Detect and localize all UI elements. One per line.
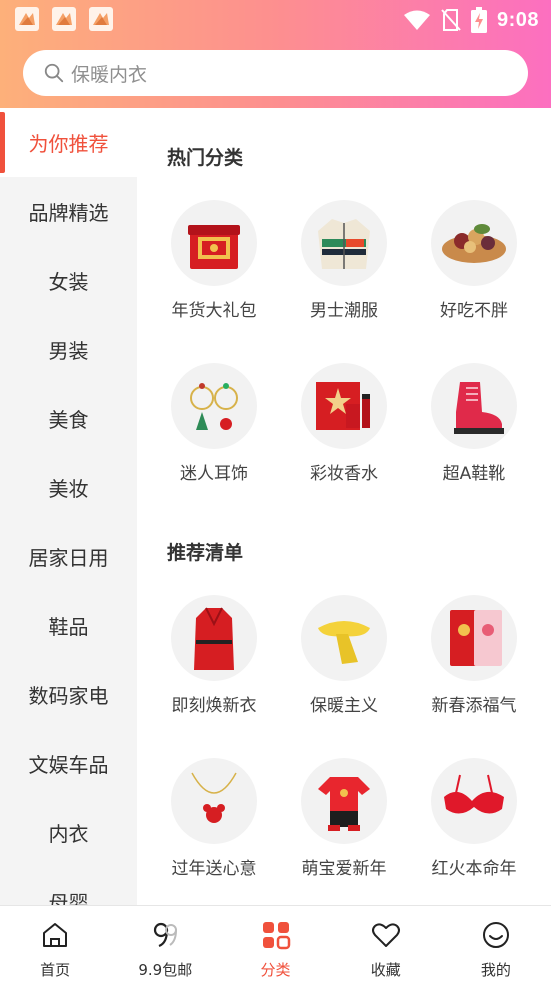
tab-label: 分类 [260, 961, 291, 979]
sidebar-item-food[interactable]: 美食 [0, 384, 137, 453]
sidebar-item-label: 母婴 [48, 891, 89, 905]
category-content: 热门分类 年货大礼包 男士潮服 好吃不胖 迷人耳饰 彩妆香水 超A鞋靴 推荐清单… [137, 108, 551, 905]
no-sim-icon [441, 9, 461, 31]
sidebar-item-label: 美妆 [48, 477, 89, 501]
battery-charging-icon [470, 7, 487, 33]
sidebar-item-women[interactable]: 女装 [0, 246, 137, 315]
tab-label: 收藏 [370, 961, 401, 979]
status-icons: 9:08 [403, 6, 539, 34]
sidebar-item-men[interactable]: 男装 [0, 315, 137, 384]
sidebar-item-digital[interactable]: 数码家电 [0, 660, 137, 729]
tab-favorites[interactable]: 收藏 [331, 906, 441, 981]
category-item-label: 好吃不胖 [440, 301, 508, 321]
gift-box-icon [171, 200, 257, 286]
nine-nine-icon [154, 922, 178, 948]
sidebar-item-brands[interactable]: 品牌精选 [0, 177, 137, 246]
search-input[interactable]: 保暖内衣 [23, 50, 528, 96]
sidebar-item-beauty[interactable]: 美妆 [0, 453, 137, 522]
perfume-set-icon [301, 363, 387, 449]
app-notification-icon [52, 7, 76, 31]
sidebar-item-label: 内衣 [48, 822, 89, 846]
sidebar-item-label: 居家日用 [28, 546, 109, 570]
search-placeholder: 保暖内衣 [71, 63, 148, 86]
tab-home[interactable]: 首页 [0, 906, 110, 981]
category-item-label: 萌宝爱新年 [301, 859, 387, 879]
category-item-label: 超A鞋靴 [442, 464, 506, 484]
sidebar-item-label: 美食 [48, 408, 89, 432]
necklace-icon [171, 758, 257, 844]
wifi-icon [403, 10, 430, 30]
category-item-label: 迷人耳饰 [180, 464, 248, 484]
sidebar-item-label: 女装 [48, 270, 89, 294]
category-item-warmth[interactable]: 保暖主义 [279, 595, 409, 735]
category-item-gift-pack[interactable]: 年货大礼包 [149, 200, 279, 340]
category-item-zodiac-year[interactable]: 红火本命年 [409, 758, 539, 898]
category-item-label: 彩妆香水 [310, 464, 378, 484]
category-grid-icon [262, 922, 290, 950]
sidebar-item-label: 男装 [48, 339, 89, 363]
category-item-new-clothes[interactable]: 即刻焕新衣 [149, 595, 279, 735]
bottom-tab-bar: 首页 9.9包邮 分类 收藏 我的 [0, 905, 551, 981]
clock: 9:08 [496, 8, 539, 31]
category-item-earrings[interactable]: 迷人耳饰 [149, 363, 279, 503]
category-item-spring-blessing[interactable]: 新春添福气 [409, 595, 539, 735]
category-item-mens-fashion[interactable]: 男士潮服 [279, 200, 409, 340]
category-item-label: 保暖主义 [310, 696, 378, 716]
baby-outfit-icon [301, 758, 387, 844]
section-title-recommended-list: 推荐清单 [167, 542, 244, 564]
sidebar-item-recommended[interactable]: 为你推荐 [0, 108, 137, 177]
sidebar-item-label: 鞋品 [48, 615, 89, 639]
category-item-boots[interactable]: 超A鞋靴 [409, 363, 539, 503]
tab-category[interactable]: 分类 [220, 906, 330, 981]
category-item-label: 新春添福气 [431, 696, 517, 716]
category-item-label: 即刻焕新衣 [171, 696, 257, 716]
sidebar-item-entertainment-auto[interactable]: 文娱车品 [0, 729, 137, 798]
category-item-makeup-perfume[interactable]: 彩妆香水 [279, 363, 409, 503]
sidebar-item-label: 数码家电 [28, 684, 109, 708]
jacket-icon [301, 200, 387, 286]
boot-icon [431, 363, 517, 449]
earrings-icon [171, 363, 257, 449]
category-item-new-year-gifts[interactable]: 过年送心意 [149, 758, 279, 898]
tab-profile[interactable]: 我的 [441, 906, 551, 981]
sidebar-item-baby[interactable]: 母婴 [0, 867, 137, 905]
category-item-label: 男士潮服 [310, 301, 378, 321]
tab-free-shipping-9-9[interactable]: 9.9包邮 [110, 906, 220, 981]
scarf-icon [301, 595, 387, 681]
red-bra-icon [431, 758, 517, 844]
tab-label: 我的 [480, 961, 511, 979]
category-item-label: 过年送心意 [171, 859, 257, 879]
app-notification-icon [15, 7, 39, 31]
category-sidebar[interactable]: 为你推荐 品牌精选 女装 男装 美食 美妆 居家日用 鞋品 数码家电 文娱车品 … [0, 108, 137, 905]
sidebar-item-label: 品牌精选 [28, 201, 109, 225]
tab-label: 9.9包邮 [138, 961, 193, 979]
red-envelope-icon [431, 595, 517, 681]
smile-face-icon [482, 922, 509, 948]
app-notification-icon [89, 7, 113, 31]
heart-icon [371, 923, 400, 947]
sidebar-item-label: 文娱车品 [28, 753, 109, 777]
sidebar-item-shoes[interactable]: 鞋品 [0, 591, 137, 660]
header: 9:08 保暖内衣 [0, 0, 551, 108]
home-icon [43, 923, 68, 947]
status-bar: 9:08 [0, 0, 551, 40]
category-item-label: 年货大礼包 [171, 301, 257, 321]
category-item-baby-new-year[interactable]: 萌宝爱新年 [279, 758, 409, 898]
sidebar-item-home[interactable]: 居家日用 [0, 522, 137, 591]
nuts-bowl-icon [431, 200, 517, 286]
category-item-healthy-snacks[interactable]: 好吃不胖 [409, 200, 539, 340]
tab-label: 首页 [40, 961, 71, 979]
search-icon [44, 63, 64, 83]
red-coat-icon [171, 595, 257, 681]
sidebar-item-label: 为你推荐 [28, 132, 109, 156]
category-item-label: 红火本命年 [431, 859, 517, 879]
section-title-hot: 热门分类 [167, 147, 244, 169]
sidebar-item-underwear[interactable]: 内衣 [0, 798, 137, 867]
